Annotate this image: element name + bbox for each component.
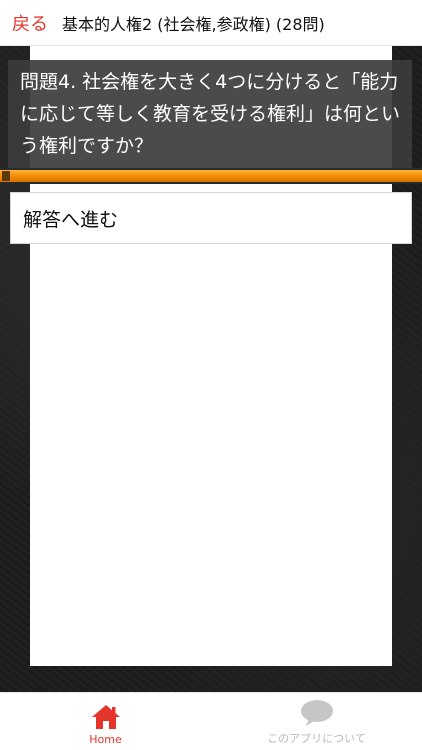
question-box: 問題4. 社会権を大きく4つに分けると「能力に応じて等しく教育を受ける権利」は何…: [8, 60, 412, 172]
proceed-to-answer-button[interactable]: 解答へ進む: [10, 192, 412, 244]
header-bar: 戻る 基本的人権2 (社会権,参政権) (28問): [0, 0, 422, 46]
proceed-to-answer-label: 解答へ進む: [23, 208, 119, 231]
tab-about[interactable]: このアプリについて: [211, 693, 422, 750]
progress-bar: [0, 168, 422, 184]
question-text: 問題4. 社会権を大きく4つに分けると「能力に応じて等しく教育を受ける権利」は何…: [20, 71, 401, 157]
tab-about-label: このアプリについて: [267, 732, 366, 745]
quiz-stage: 問題4. 社会権を大きく4つに分けると「能力に応じて等しく教育を受ける権利」は何…: [0, 46, 422, 692]
progress-knob: [2, 171, 10, 181]
speech-bubble-icon: [300, 700, 333, 726]
tab-home-label: Home: [89, 733, 122, 746]
progress-fill: [0, 170, 422, 182]
back-button[interactable]: 戻る: [0, 10, 62, 36]
tab-bar: Home このアプリについて: [0, 692, 422, 750]
tab-home[interactable]: Home: [0, 693, 211, 750]
home-icon: [91, 705, 120, 729]
page-title: 基本的人権2 (社会権,参政権) (28問): [62, 14, 325, 34]
